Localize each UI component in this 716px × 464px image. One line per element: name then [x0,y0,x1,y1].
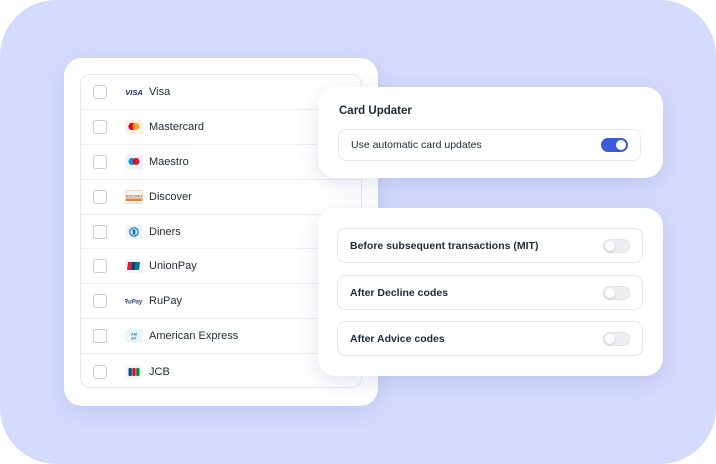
trigger-decline-toggle[interactable] [603,285,630,300]
brand-row-discover[interactable]: DISCOVER Discover [81,180,361,215]
brand-checkbox[interactable] [93,329,107,344]
brand-label: UnionPay [149,260,197,273]
visa-icon: VISA [125,84,143,99]
jcb-icon [125,364,143,379]
toggle-knob [605,240,615,251]
auto-updates-option: Use automatic card updates [338,129,641,161]
svg-text:VISA: VISA [125,88,143,96]
rupay-icon: RuPay [125,294,143,309]
trigger-option-decline: After Decline codes [337,275,643,310]
update-triggers-panel: Before subsequent transactions (MIT) Aft… [318,208,663,376]
brand-checkbox[interactable] [93,119,107,134]
diners-icon [125,224,143,239]
brand-label: RuPay [149,295,183,308]
brand-checkbox[interactable] [93,224,107,239]
card-updater-title: Card Updater [339,105,412,117]
brand-checkbox[interactable] [93,154,107,169]
toggle-knob [605,333,615,344]
maestro-icon [125,154,143,169]
brand-label: Maestro [149,155,189,168]
brand-checkbox[interactable] [93,259,107,274]
trigger-option-mit: Before subsequent transactions (MIT) [337,228,643,263]
toggle-knob [605,287,615,298]
trigger-mit-toggle[interactable] [603,238,630,253]
svg-text:EX: EX [131,337,137,341]
unionpay-icon [125,259,143,274]
brand-label: Mastercard [149,120,205,133]
trigger-option-advice: After Advice codes [337,321,643,356]
trigger-label: Before subsequent transactions (MIT) [350,239,539,252]
discover-icon: DISCOVER [125,189,143,204]
svg-text:RuPay: RuPay [125,300,143,306]
brand-label: American Express [149,330,239,343]
brand-label: Visa [149,85,171,98]
trigger-advice-toggle[interactable] [603,331,630,346]
brand-checkbox[interactable] [93,294,107,309]
mastercard-icon [125,119,143,134]
brand-label: Discover [149,190,192,203]
trigger-label: After Decline codes [350,286,449,299]
toggle-knob [616,140,626,150]
trigger-label: After Advice codes [350,332,445,345]
brand-checkbox[interactable] [93,189,107,204]
auto-updates-label: Use automatic card updates [351,139,482,151]
brand-checkbox[interactable] [93,84,107,99]
card-updater-panel: Card Updater Use automatic card updates [318,87,663,178]
auto-updates-toggle[interactable] [601,138,628,152]
svg-text:DISCOVER: DISCOVER [126,194,142,198]
brand-checkbox[interactable] [93,364,107,379]
brand-label: Diners [149,225,181,238]
amex-icon: AM EX [125,329,143,344]
brand-label: JCB [149,365,170,378]
